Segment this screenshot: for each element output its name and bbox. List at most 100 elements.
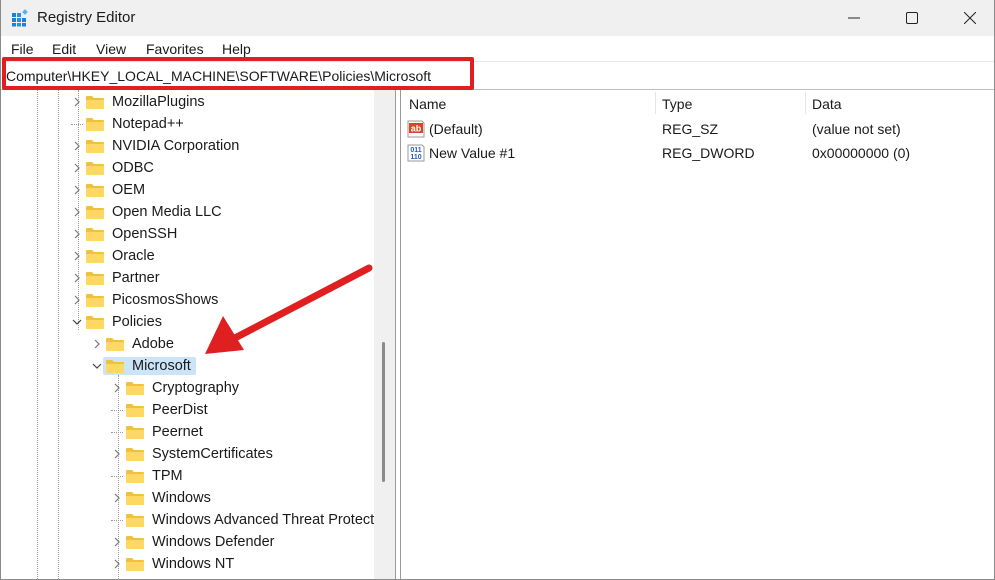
tree-node[interactable]: Open Media LLC: [71, 201, 225, 223]
chevron-down-icon[interactable]: [71, 311, 83, 333]
column-header-type[interactable]: Type: [662, 96, 692, 112]
menu-edit[interactable]: Edit: [52, 41, 76, 57]
value-type: REG_DWORD: [662, 145, 755, 161]
tree-node-label: Windows Advanced Threat Protection: [152, 512, 374, 528]
folder-icon: [126, 382, 144, 395]
tree-node-label: Windows Defender: [152, 534, 275, 550]
value-type: REG_SZ: [662, 121, 719, 137]
tree-node-label: Windows NT: [152, 556, 235, 572]
menu-view[interactable]: View: [96, 41, 126, 57]
chevron-right-icon[interactable]: [91, 333, 103, 355]
maximize-icon: [906, 12, 918, 24]
chevron-right-icon[interactable]: [111, 377, 123, 399]
close-button[interactable]: [947, 0, 993, 36]
selected-highlight: Microsoft: [103, 357, 196, 375]
column-header-name[interactable]: Name: [409, 96, 446, 112]
registry-editor-window: Registry Editor File Edit View Favorites…: [0, 0, 995, 580]
tree-node[interactable]: PeerDist: [111, 399, 211, 421]
tree-node[interactable]: Windows: [111, 487, 214, 509]
tree-connector: [111, 509, 123, 531]
folder-icon: [106, 360, 124, 373]
tree-node-label: Peernet: [152, 424, 203, 440]
chevron-right-icon[interactable]: [71, 157, 83, 179]
maximize-button[interactable]: [889, 0, 935, 36]
tree-node[interactable]: TPM: [111, 465, 186, 487]
values-pane[interactable]: Name Type Data ab (Default) REG_SZ (valu…: [401, 89, 994, 579]
chevron-right-icon[interactable]: [71, 91, 83, 113]
pane-divider[interactable]: [395, 89, 396, 579]
tree-node[interactable]: Cryptography: [111, 377, 242, 399]
chevron-down-icon[interactable]: [91, 355, 103, 377]
column-separator[interactable]: [655, 92, 656, 114]
tree-node-label: Policies: [112, 314, 162, 330]
folder-icon: [86, 228, 104, 241]
key-tree-pane[interactable]: MozillaPlugins Notepad++ NVIDIA Corporatio…: [1, 89, 374, 579]
svg-text:110: 110: [410, 154, 421, 161]
tree-node-label: Open Media LLC: [112, 204, 222, 220]
value-data: (value not set): [812, 121, 901, 137]
tree-node-label: PicosmosShows: [112, 292, 219, 308]
string-value-icon: ab: [407, 120, 425, 138]
chevron-right-icon[interactable]: [71, 135, 83, 157]
close-icon: [964, 12, 976, 24]
chevron-right-icon[interactable]: [71, 289, 83, 311]
folder-icon: [126, 470, 144, 483]
tree-node[interactable]: Windows Defender: [111, 531, 278, 553]
chevron-right-icon[interactable]: [71, 267, 83, 289]
minimize-button[interactable]: [831, 0, 877, 36]
menu-favorites[interactable]: Favorites: [146, 41, 204, 57]
tree-node[interactable]: Microsoft: [91, 355, 196, 377]
tree-node[interactable]: Partner: [71, 267, 163, 289]
tree-node[interactable]: OEM: [71, 179, 148, 201]
chevron-right-icon[interactable]: [71, 245, 83, 267]
tree-connector: [111, 465, 123, 487]
chevron-right-icon[interactable]: [71, 223, 83, 245]
tree-node-label: PeerDist: [152, 402, 208, 418]
binary-value-icon: 011 110: [407, 144, 425, 162]
tree-node[interactable]: ODBC: [71, 157, 157, 179]
tree-node-label: Adobe: [132, 336, 174, 352]
tree-node[interactable]: Peernet: [111, 421, 206, 443]
folder-icon: [106, 338, 124, 351]
chevron-right-icon[interactable]: [71, 179, 83, 201]
tree-node[interactable]: Windows Advanced Threat Protection: [111, 509, 374, 531]
folder-icon: [86, 162, 104, 175]
tree-node[interactable]: MozillaPlugins: [71, 91, 208, 113]
menu-file[interactable]: File: [11, 41, 34, 57]
tree-node[interactable]: PicosmosShows: [71, 289, 221, 311]
tree-node-label: OpenSSH: [112, 226, 178, 242]
chevron-right-icon[interactable]: [111, 443, 123, 465]
tree-scrollbar-thumb[interactable]: [382, 342, 385, 482]
chevron-right-icon[interactable]: [111, 487, 123, 509]
tree-node[interactable]: Windows NT: [111, 553, 237, 575]
chevron-right-icon[interactable]: [71, 201, 83, 223]
value-row[interactable]: 011 110 New Value #1 REG_DWORD 0x0000000…: [401, 142, 994, 164]
column-header-data[interactable]: Data: [812, 96, 842, 112]
tree-node[interactable]: Policies: [71, 311, 165, 333]
tree-node-label: Notepad++: [112, 116, 184, 132]
menu-help[interactable]: Help: [222, 41, 251, 57]
folder-icon: [86, 118, 104, 131]
tree-node-label: Cryptography: [152, 380, 240, 396]
tree-node[interactable]: Oracle: [71, 245, 158, 267]
folder-icon: [86, 206, 104, 219]
tree-node[interactable]: NVIDIA Corporation: [71, 135, 242, 157]
tree-node-label: Microsoft: [132, 358, 191, 374]
tree-scrollbar[interactable]: [374, 89, 395, 579]
tree-node[interactable]: Notepad++: [71, 113, 187, 135]
chevron-right-icon[interactable]: [111, 531, 123, 553]
value-name: New Value #1: [429, 145, 516, 161]
svg-text:011: 011: [410, 147, 421, 154]
tree-node[interactable]: Adobe: [91, 333, 177, 355]
tree-node-label: MozillaPlugins: [112, 94, 205, 110]
folder-icon: [86, 184, 104, 197]
folder-icon: [86, 96, 104, 109]
folder-icon: [86, 140, 104, 153]
tree-node[interactable]: OpenSSH: [71, 223, 180, 245]
tree-node-label: Windows: [152, 490, 211, 506]
column-separator[interactable]: [805, 92, 806, 114]
registry-editor-app-icon: [12, 9, 28, 27]
tree-node[interactable]: SystemCertificates: [111, 443, 276, 465]
value-row[interactable]: ab (Default) REG_SZ (value not set): [401, 118, 994, 140]
chevron-right-icon[interactable]: [111, 553, 123, 575]
